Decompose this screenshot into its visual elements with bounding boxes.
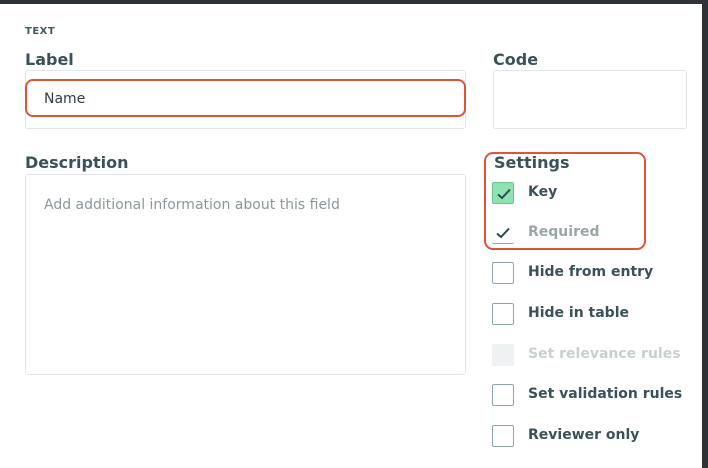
- setting-hide-in-table[interactable]: Hide in table: [492, 303, 692, 327]
- code-heading: Code: [493, 50, 539, 69]
- checkmark-icon: [496, 227, 510, 239]
- setting-set-relevance-rules: Set relevance rules: [492, 344, 692, 368]
- field-type-tag: TEXT: [25, 26, 56, 37]
- description-placeholder: Add additional information about this fi…: [44, 197, 340, 213]
- set-validation-rules-label: Set validation rules: [528, 386, 683, 402]
- hide-in-table-label: Hide in table: [528, 305, 630, 321]
- reviewer-only-label: Reviewer only: [528, 427, 640, 443]
- key-checkbox[interactable]: [492, 182, 514, 204]
- field-editor-panel: TEXT Label Name Code Description Add add…: [0, 4, 702, 468]
- required-label: Required: [528, 224, 600, 240]
- setting-required[interactable]: Required: [492, 222, 692, 246]
- label-heading: Label: [25, 50, 74, 69]
- label-highlight-box: [25, 79, 466, 117]
- hide-from-entry-checkbox[interactable]: [492, 262, 514, 284]
- hide-from-entry-label: Hide from entry: [528, 264, 654, 280]
- setting-key[interactable]: Key: [492, 182, 692, 206]
- description-heading: Description: [25, 153, 129, 172]
- set-validation-rules-checkbox[interactable]: [492, 384, 514, 406]
- description-textarea[interactable]: Add additional information about this fi…: [25, 174, 466, 375]
- hide-in-table-checkbox[interactable]: [492, 303, 514, 325]
- setting-reviewer-only[interactable]: Reviewer only: [492, 425, 692, 449]
- key-label: Key: [528, 184, 558, 200]
- set-relevance-rules-label: Set relevance rules: [528, 346, 681, 362]
- code-input[interactable]: [493, 70, 687, 129]
- set-relevance-rules-checkbox: [492, 344, 514, 366]
- setting-set-validation-rules[interactable]: Set validation rules: [492, 384, 692, 408]
- reviewer-only-checkbox[interactable]: [492, 425, 514, 447]
- checkmark-icon: [497, 188, 511, 200]
- required-checkbox[interactable]: [492, 222, 514, 244]
- setting-hide-from-entry[interactable]: Hide from entry: [492, 262, 692, 286]
